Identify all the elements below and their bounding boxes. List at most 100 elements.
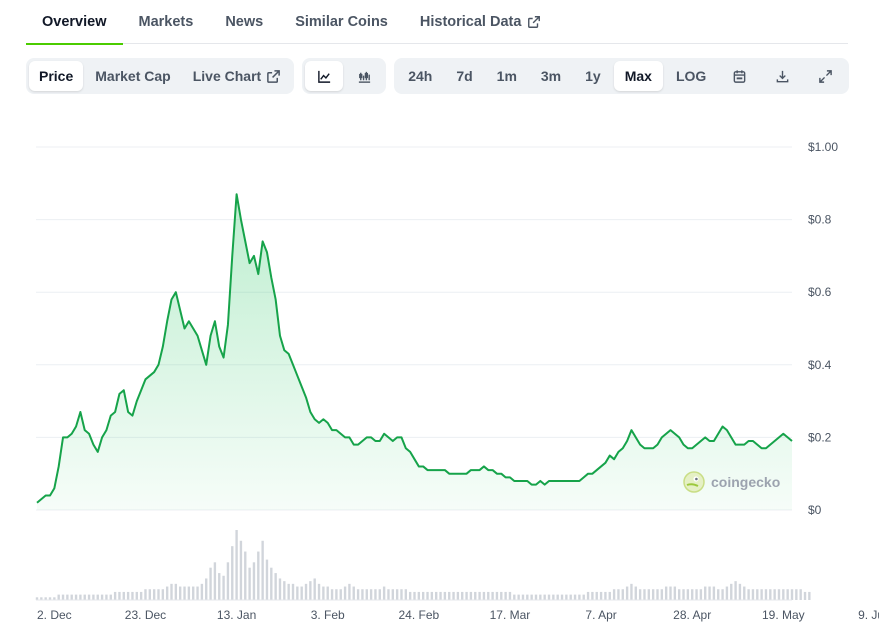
- volume-bar: [647, 589, 650, 600]
- volume-bar: [179, 586, 182, 600]
- volume-bar: [691, 589, 694, 600]
- price-chart[interactable]: $0 $0.2 $0.4 $0.6 $0.8 $1.00 2. Dec 23. Dec 13.…: [0, 0, 879, 632]
- volume-bar: [122, 591, 125, 600]
- volume-bar: [660, 589, 664, 600]
- volume-bar: [582, 594, 585, 600]
- volume-bar: [738, 583, 742, 600]
- volume-bar: [209, 567, 212, 600]
- volume-bar: [304, 583, 308, 600]
- volume-bar: [348, 583, 351, 600]
- volume-bar: [113, 591, 117, 600]
- volume-bar: [330, 589, 334, 600]
- volume-bar: [651, 589, 655, 600]
- volume-bar: [326, 586, 329, 600]
- volume-bar: [721, 589, 724, 600]
- volume-bar: [643, 589, 646, 600]
- volume-bar: [556, 594, 559, 600]
- volume-bar: [795, 589, 798, 600]
- volume-bar: [743, 586, 746, 600]
- volume-bar: [187, 586, 191, 600]
- volume-bar: [608, 591, 611, 600]
- volume-bar: [465, 591, 468, 600]
- volume-bar: [777, 589, 781, 600]
- volume-bar: [682, 589, 685, 600]
- volume-bar: [400, 589, 403, 600]
- y-axis: $0 $0.2 $0.4 $0.6 $0.8 $1.00: [808, 140, 838, 517]
- volume-bar: [161, 589, 165, 600]
- volume-bar: [309, 581, 312, 600]
- volume-bar: [656, 589, 659, 600]
- volume-bar: [430, 591, 434, 600]
- x-tick-label: 23. Dec: [125, 608, 166, 622]
- x-tick-label: 9. Jun: [858, 608, 879, 622]
- volume-bar: [79, 594, 82, 600]
- volume-bar: [782, 589, 785, 600]
- volume-bar: [61, 594, 65, 600]
- volume-bar: [461, 591, 464, 600]
- volume-bar: [500, 591, 503, 600]
- volume-bar: [378, 589, 381, 600]
- volume-bar: [218, 573, 221, 600]
- volume-bar: [808, 591, 811, 600]
- volume-bar: [452, 591, 455, 600]
- volume-bar: [482, 591, 486, 600]
- volume-bar: [560, 594, 564, 600]
- volume-bar: [343, 586, 347, 600]
- volume-bar: [408, 591, 412, 600]
- volume-bar: [283, 581, 286, 600]
- volume-bar: [677, 589, 681, 600]
- volume-bar: [66, 594, 69, 600]
- watermark-text: coingecko: [711, 474, 781, 490]
- volume-bar: [174, 583, 178, 600]
- volume-bar: [374, 589, 377, 600]
- volume-bar: [448, 591, 451, 600]
- volume-bar: [504, 591, 507, 600]
- volume-bar: [291, 583, 295, 600]
- volume-bar: [417, 591, 421, 600]
- volume-bar: [773, 589, 776, 600]
- volume-bar: [322, 586, 325, 600]
- volume-bar: [265, 559, 269, 600]
- volume-bar: [517, 594, 520, 600]
- volume-bar: [231, 546, 234, 600]
- volume-bar: [152, 589, 156, 600]
- volume-bar: [725, 586, 729, 600]
- volume-bar: [239, 540, 243, 600]
- x-tick-label: 24. Feb: [398, 608, 439, 622]
- volume-bar: [339, 589, 342, 600]
- volume-bar: [352, 586, 355, 600]
- volume-bar: [131, 591, 134, 600]
- volume-bar: [552, 594, 555, 600]
- volume-bar: [248, 567, 251, 600]
- volume-bar: [591, 591, 594, 600]
- volume-bar: [435, 591, 438, 600]
- volume-bar: [278, 578, 282, 600]
- volume-bar: [148, 589, 152, 600]
- volume-bar: [109, 594, 112, 600]
- volume-bar: [183, 586, 186, 600]
- volume-bar: [686, 589, 690, 600]
- volume-bar: [157, 589, 160, 600]
- volume-bar: [426, 591, 429, 600]
- volume-bar: [222, 575, 225, 600]
- volume-bar: [673, 586, 677, 600]
- volume-bar: [617, 589, 620, 600]
- volume-bar: [803, 591, 807, 600]
- x-tick-label: 17. Mar: [490, 608, 531, 622]
- volume-bar: [287, 583, 290, 600]
- gecko-logo-icon: [683, 471, 705, 493]
- volume-bar: [244, 551, 247, 600]
- volume-bar: [456, 591, 460, 600]
- volume-bar: [83, 594, 86, 600]
- volume-bar: [751, 589, 755, 600]
- y-tick-label: $0.8: [808, 213, 832, 227]
- volume-bar: [638, 589, 642, 600]
- volume-bar: [747, 589, 750, 600]
- volume-bar: [612, 589, 616, 600]
- volume-bar: [382, 586, 386, 600]
- volume-bar: [170, 583, 173, 600]
- volume-bars: [35, 530, 811, 600]
- volume-bar: [105, 594, 108, 600]
- volume-bar: [361, 589, 364, 600]
- volume-bar: [300, 586, 303, 600]
